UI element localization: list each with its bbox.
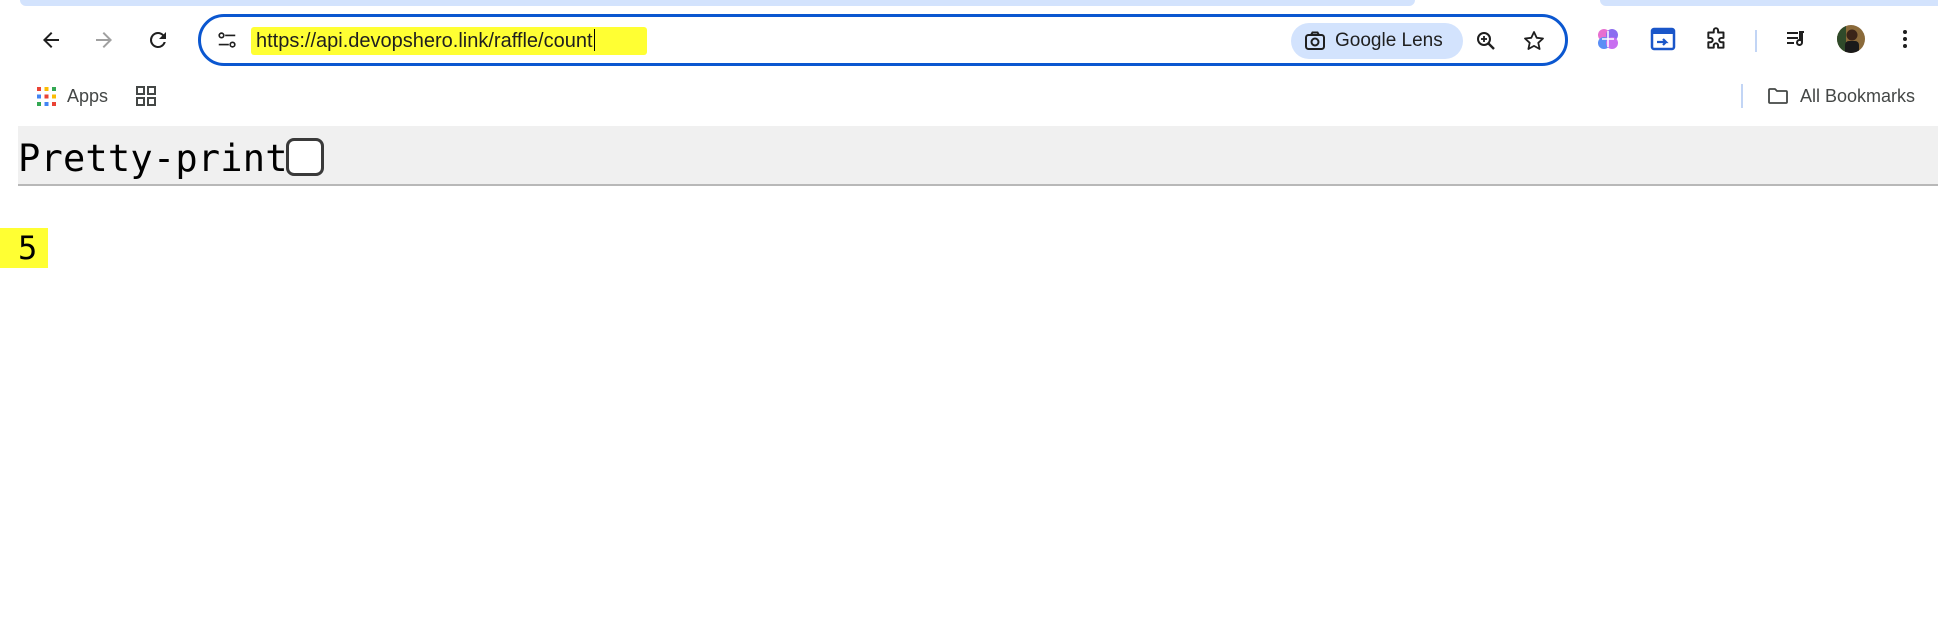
- apps-grid-icon: [37, 86, 56, 106]
- reload-button[interactable]: [138, 20, 178, 60]
- address-bar[interactable]: https://api.devopshero.link/raffle/count…: [198, 14, 1568, 66]
- screen-share-extension-icon[interactable]: [1646, 22, 1680, 56]
- tab-strip: [20, 0, 1415, 6]
- apps-shortcut[interactable]: Apps: [36, 82, 108, 110]
- tab-groups-button[interactable]: [134, 82, 158, 110]
- back-button[interactable]: [31, 20, 71, 60]
- forward-arrow-icon: [96, 32, 112, 48]
- browser-toolbar: https://api.devopshero.link/raffle/count…: [0, 8, 1938, 74]
- back-arrow-icon: [43, 32, 59, 48]
- all-bookmarks-label: All Bookmarks: [1800, 85, 1916, 106]
- site-info-icon[interactable]: [215, 28, 239, 52]
- reload-icon: [150, 31, 166, 48]
- bookmark-star-icon[interactable]: [1521, 28, 1547, 54]
- all-bookmarks-button[interactable]: All Bookmarks: [1766, 82, 1915, 110]
- zoom-icon[interactable]: [1473, 28, 1499, 54]
- extensions-puzzle-icon[interactable]: [1700, 22, 1734, 56]
- google-lens-label: Google Lens: [1335, 30, 1443, 51]
- pretty-print-bar: Pretty-print: [18, 126, 1938, 186]
- profile-avatar[interactable]: [1834, 22, 1868, 56]
- folder-icon: [1768, 88, 1788, 104]
- tab-strip-right: [1600, 0, 1938, 6]
- apps-label: Apps: [67, 85, 109, 106]
- pretty-print-label: Pretty-print: [18, 137, 288, 180]
- text-caret: [593, 29, 595, 51]
- toolbar-separator: [1755, 30, 1757, 52]
- json-value: 5: [18, 229, 38, 267]
- camera-lens-icon: [1305, 31, 1325, 50]
- more-menu-icon[interactable]: [1888, 22, 1922, 56]
- google-lens-button[interactable]: Google Lens: [1291, 23, 1463, 59]
- pretty-print-checkbox[interactable]: [286, 138, 324, 176]
- brain-extension-icon[interactable]: [1591, 22, 1625, 56]
- forward-button[interactable]: [84, 20, 124, 60]
- bookmarks-separator: [1741, 84, 1743, 108]
- bookmarks-bar: Apps All Bookmarks: [0, 78, 1938, 114]
- tab-groups-icon: [136, 86, 156, 106]
- media-queue-icon[interactable]: [1779, 22, 1813, 56]
- url-input[interactable]: https://api.devopshero.link/raffle/count: [256, 29, 595, 53]
- url-text: https://api.devopshero.link/raffle/count: [256, 30, 593, 52]
